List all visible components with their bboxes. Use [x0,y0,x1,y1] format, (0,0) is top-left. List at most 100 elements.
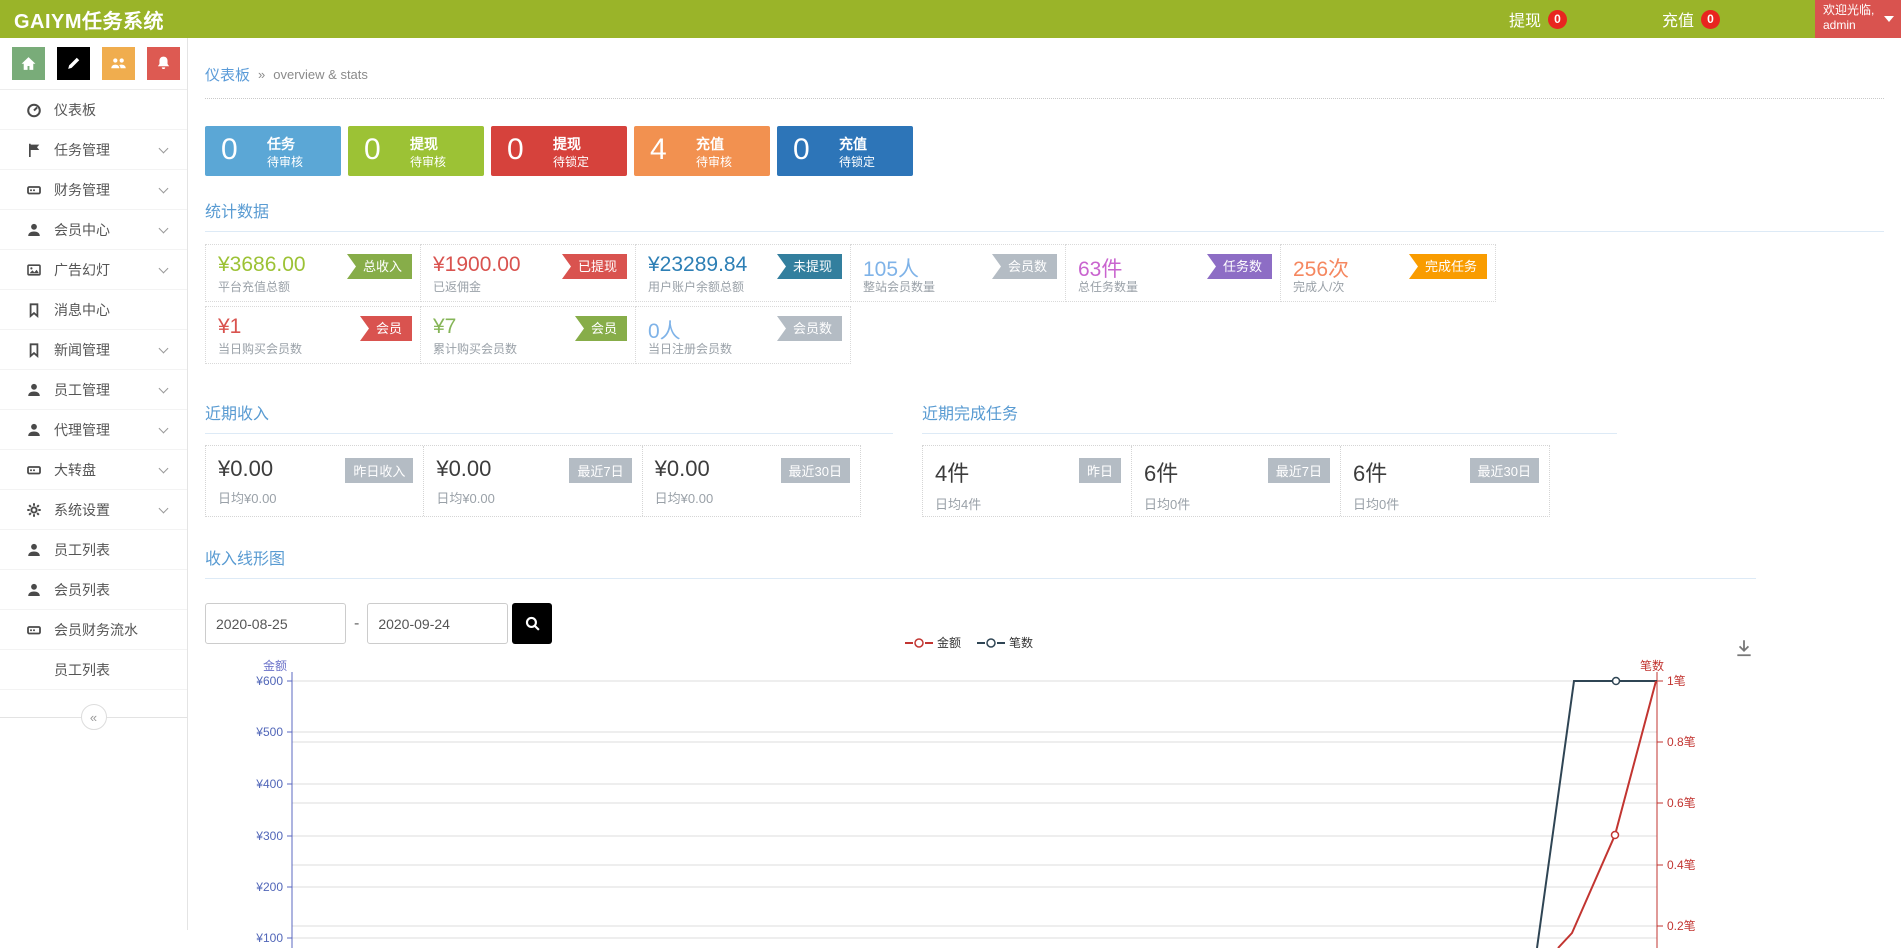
right-axis-tick-labels: 1笔 0.8笔 0.6笔 0.4笔 0.2笔 [1667,673,1696,933]
chart-canvas: 金额 笔数 ¥600 ¥500 ¥400 [205,658,1801,948]
gear-icon [26,502,44,518]
chart-legend: 金额 笔数 [905,634,1033,651]
recent-subtitle: 日均0件 [1353,494,1537,513]
stat-subtitle: 总任务数量 [1078,278,1138,295]
status-badge: 昨日 [1079,458,1121,483]
recent-income-yesterday: ¥0.00 昨日收入 日均¥0.00 [206,446,423,516]
summary-value: 0 [507,133,524,167]
sidebar-item-label: 财务管理 [54,180,110,200]
line-marker-icon [977,637,1005,649]
breadcrumb-subtitle: overview & stats [273,67,368,82]
recent-income-30days: ¥0.00 最近30日 日均¥0.00 [642,446,860,516]
svg-text:0.6笔: 0.6笔 [1667,795,1696,810]
sidebar-item-label: 大转盘 [54,460,96,480]
sidebar-item-staff-list-2[interactable]: 员工列表 [0,650,187,690]
summary-box-withdraw-pending[interactable]: 0 提现 待审核 [348,126,484,176]
sidebar-item-task-mgmt[interactable]: 任务管理 [0,130,187,170]
sidebar-item-member-center[interactable]: 会员中心 [0,210,187,250]
sidebar-item-label: 会员财务流水 [54,620,138,640]
recent-subtitle: 日均0件 [1144,494,1328,513]
recharge-label: 充值 [1662,7,1694,31]
bell-icon[interactable] [147,47,180,80]
left-axis-tick-labels: ¥600 ¥500 ¥400 ¥300 ¥200 ¥100 [255,674,283,945]
summary-box-recharge-pending[interactable]: 4 充值 待审核 [634,126,770,176]
left-axis-tick-marks [287,681,292,938]
recent-tasks-7days: 6件 最近7日 日均0件 [1131,446,1340,516]
sidebar-item-agent-mgmt[interactable]: 代理管理 [0,410,187,450]
legend-item-amount[interactable]: 金额 [905,634,961,651]
home-icon[interactable] [12,47,45,80]
series-amount-marker [1612,832,1619,839]
sidebar-item-staff-mgmt[interactable]: 员工管理 [0,370,187,410]
chevron-down-icon [159,424,169,434]
stat-card-total-member-buys: ¥7 会员 累计购买会员数 [420,306,636,364]
flag-icon [26,142,44,158]
sidebar-item-wheel[interactable]: 大转盘 [0,450,187,490]
sidebar-item-label: 广告幻灯 [54,260,110,280]
status-badge: 未提现 [777,254,842,279]
date-from-input[interactable] [205,603,346,644]
sidebar-item-system-settings[interactable]: 系统设置 [0,490,187,530]
pencil-icon[interactable] [57,47,90,80]
app-title: GAIYM任务系统 [0,5,164,34]
status-badge: 最近7日 [569,458,631,483]
sidebar-item-member-list[interactable]: 会员列表 [0,570,187,610]
recent-subtitle: 日均4件 [935,494,1119,513]
user-icon [26,582,44,598]
sidebar-item-label: 会员中心 [54,220,110,240]
date-to-input[interactable] [367,603,508,644]
summary-value: 0 [793,133,810,167]
sidebar-item-label: 仪表板 [54,100,96,120]
summary-boxes-row: 0 任务 待审核 0 提现 待审核 0 提现 待锁定 4 充值 待审核 0 充值… [205,126,1884,176]
header-recharge-link[interactable]: 充值 0 [1662,7,1720,31]
stat-subtitle: 用户账户余额总额 [648,278,744,295]
series-count-marker [1613,678,1620,685]
stat-value: ¥3686.00 [218,253,306,276]
svg-text:¥200: ¥200 [255,880,283,894]
summary-box-withdraw-locked[interactable]: 0 提现 待锁定 [491,126,627,176]
sidebar-item-message-center[interactable]: 消息中心 [0,290,187,330]
gauge-icon [26,102,44,118]
sidebar-item-label: 消息中心 [54,300,110,320]
withdraw-label: 提现 [1509,7,1541,31]
search-button[interactable] [512,603,552,644]
summary-title: 充值 [696,134,724,154]
drive-icon [26,462,44,478]
users-icon[interactable] [102,47,135,80]
sidebar-item-label: 系统设置 [54,500,110,520]
status-badge: 会员数 [992,254,1057,279]
app-header: GAIYM任务系统 提现 0 充值 0 欢迎光临, admin [0,0,1901,38]
section-title-recent-tasks: 近期完成任务 [922,400,1617,434]
svg-text:0.2笔: 0.2笔 [1667,918,1696,933]
drive-icon [26,182,44,198]
sidebar-item-dashboard[interactable]: 仪表板 [0,90,187,130]
status-badge: 完成任务 [1409,254,1487,279]
date-range-separator: - [354,615,359,633]
sidebar-item-finance-mgmt[interactable]: 财务管理 [0,170,187,210]
stat-subtitle: 完成人/次 [1293,278,1344,295]
chevron-down-icon [1884,16,1894,22]
breadcrumb: 仪表板 » overview & stats [205,38,1884,85]
sidebar-item-news-mgmt[interactable]: 新闻管理 [0,330,187,370]
sidebar-item-label: 代理管理 [54,420,110,440]
status-badge: 最近30日 [781,458,850,483]
breadcrumb-dashboard-link[interactable]: 仪表板 [205,64,250,85]
stat-card-withdrawn: ¥1900.00 已提现 已返佣金 [420,244,636,302]
summary-box-task-pending[interactable]: 0 任务 待审核 [205,126,341,176]
header-withdraw-link[interactable]: 提现 0 [1509,7,1567,31]
recharge-count-badge: 0 [1701,10,1720,29]
status-badge: 最近30日 [1470,458,1539,483]
sidebar-item-staff-list[interactable]: 员工列表 [0,530,187,570]
user-menu[interactable]: 欢迎光临, admin [1815,0,1901,38]
stat-subtitle: 已返佣金 [433,278,481,295]
legend-label: 笔数 [1009,634,1033,651]
summary-box-recharge-locked[interactable]: 0 充值 待锁定 [777,126,913,176]
legend-item-count[interactable]: 笔数 [977,634,1033,651]
status-badge: 会员 [575,316,627,341]
stat-card-unwithdrawn: ¥23289.84 未提现 用户账户余额总额 [635,244,851,302]
sidebar-item-member-finance-log[interactable]: 会员财务流水 [0,610,187,650]
stat-subtitle: 当日注册会员数 [648,340,732,357]
sidebar-item-ad-slides[interactable]: 广告幻灯 [0,250,187,290]
sidebar-collapse-button[interactable]: « [81,704,107,730]
legend-label: 金额 [937,634,961,651]
